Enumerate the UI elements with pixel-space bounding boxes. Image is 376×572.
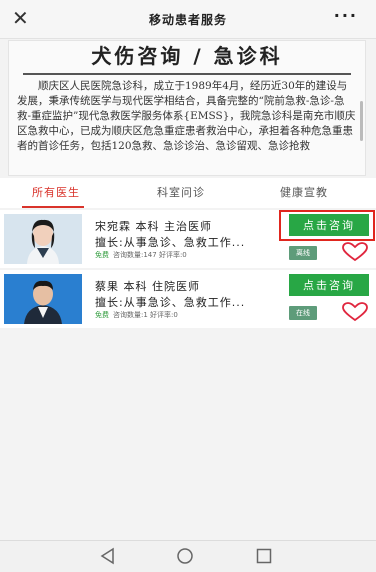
status-badge: 离线 bbox=[289, 246, 317, 260]
doctor-name: 宋宛霖 本科 主治医师 bbox=[95, 220, 212, 233]
department-title: 犬伤咨询 / 急诊科 bbox=[91, 44, 283, 68]
consult-button[interactable]: 点击咨询 bbox=[289, 274, 369, 296]
favorite-heart-icon[interactable] bbox=[342, 242, 368, 266]
top-bar: ✕ 移动患者服务 ··· bbox=[0, 0, 376, 39]
tab-bar: 所有医生 科室问诊 健康宣教 bbox=[0, 178, 376, 208]
consult-stats: 咨询数量:147 好评率:0 bbox=[113, 251, 187, 259]
tab-department-consult[interactable]: 科室问诊 bbox=[157, 184, 205, 200]
free-label: 免费 bbox=[95, 311, 109, 319]
intro-scrollbar[interactable] bbox=[360, 101, 363, 141]
doctor-card[interactable]: 蔡果 本科 住院医师 擅长:从事急诊、急救工作... 免费 咨询数量:1 好评率:… bbox=[0, 270, 376, 328]
active-tab-indicator bbox=[22, 206, 84, 208]
department-intro: 犬伤咨询 / 急诊科 顺庆区人民医院急诊科，成立于1989年4月，经历近30年的… bbox=[8, 40, 366, 176]
tab-health-education[interactable]: 健康宣教 bbox=[280, 184, 328, 200]
doctor-specialty: 擅长:从事急诊、急救工作... bbox=[95, 296, 246, 309]
free-label: 免费 bbox=[95, 251, 109, 259]
more-menu-icon[interactable]: ··· bbox=[334, 6, 358, 25]
home-circle-icon[interactable] bbox=[176, 547, 194, 569]
doctor-avatar bbox=[4, 274, 82, 324]
doctor-stats: 免费 咨询数量:1 好评率:0 bbox=[95, 310, 178, 320]
page-title: 移动患者服务 bbox=[148, 13, 227, 27]
doctor-specialty: 擅长:从事急诊、急救工作... bbox=[95, 236, 246, 249]
doctor-avatar bbox=[4, 214, 82, 264]
consult-stats: 咨询数量:1 好评率:0 bbox=[113, 311, 178, 319]
favorite-heart-icon[interactable] bbox=[342, 302, 368, 326]
status-badge: 在线 bbox=[289, 306, 317, 320]
recents-square-icon[interactable] bbox=[255, 547, 273, 569]
title-divider bbox=[23, 73, 351, 75]
highlight-box bbox=[279, 210, 375, 241]
doctor-name: 蔡果 本科 住院医师 bbox=[95, 280, 200, 293]
doctor-stats: 免费 咨询数量:147 好评率:0 bbox=[95, 250, 187, 260]
back-triangle-icon[interactable] bbox=[99, 547, 117, 569]
department-description: 顺庆区人民医院急诊科，成立于1989年4月，经历近30年的建设与发展，秉承传统医… bbox=[17, 80, 356, 152]
tab-all-doctors[interactable]: 所有医生 bbox=[32, 184, 80, 200]
system-navigation-bar bbox=[0, 540, 376, 572]
